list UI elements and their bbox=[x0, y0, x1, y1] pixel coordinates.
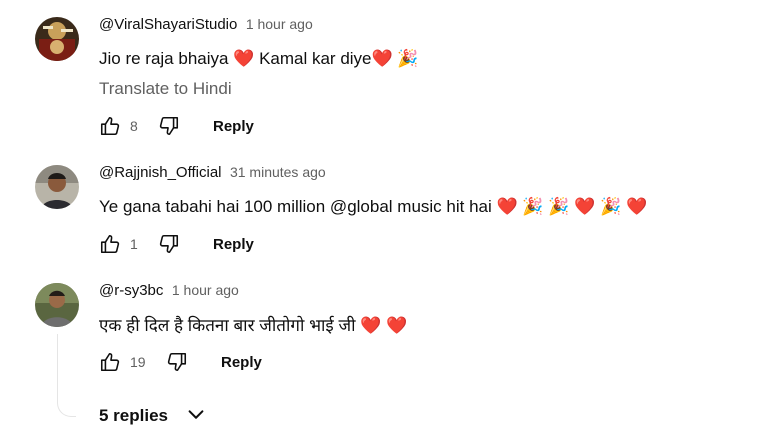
like-button[interactable] bbox=[99, 233, 121, 255]
translate-link[interactable]: Translate to Hindi bbox=[99, 79, 232, 99]
comment-timestamp[interactable]: 1 hour ago bbox=[172, 282, 239, 298]
thread-connector-line bbox=[57, 334, 76, 417]
comment-timestamp[interactable]: 31 minutes ago bbox=[230, 164, 326, 180]
chevron-down-icon bbox=[188, 410, 204, 419]
thumbs-up-icon bbox=[100, 352, 120, 372]
like-count: 19 bbox=[130, 354, 146, 370]
avatar[interactable] bbox=[35, 283, 79, 327]
comment: @Rajjnish_Official 31 minutes ago Ye gan… bbox=[0, 164, 761, 264]
reply-button[interactable]: Reply bbox=[221, 354, 262, 371]
reply-button[interactable]: Reply bbox=[213, 236, 254, 253]
comment-header: @Rajjnish_Official 31 minutes ago bbox=[99, 164, 326, 182]
comment-text: एक ही दिल है कितना बार जीतोगो भाई जी ❤️ … bbox=[99, 316, 408, 335]
avatar[interactable] bbox=[35, 165, 79, 209]
thumbs-up-icon bbox=[100, 116, 120, 136]
comment: @ViralShayariStudio 1 hour ago Jio re ra… bbox=[0, 16, 761, 146]
dislike-button[interactable] bbox=[158, 115, 180, 137]
thumbs-down-icon bbox=[159, 116, 179, 136]
comment-actions: 19 Reply bbox=[99, 351, 399, 377]
like-count: 8 bbox=[130, 118, 138, 134]
like-count: 1 bbox=[130, 236, 138, 252]
thumbs-down-icon bbox=[167, 352, 187, 372]
like-button[interactable] bbox=[99, 115, 121, 137]
comment-text: Jio re raja bhaiya ❤️ Kamal kar diye❤️ 🎉 bbox=[99, 49, 419, 68]
like-button[interactable] bbox=[99, 351, 121, 373]
author-name[interactable]: @Rajjnish_Official bbox=[99, 164, 222, 181]
comment-timestamp[interactable]: 1 hour ago bbox=[246, 16, 313, 32]
thumbs-up-icon bbox=[100, 234, 120, 254]
comment-header: @r-sy3bc 1 hour ago bbox=[99, 282, 239, 300]
thumbs-down-icon bbox=[159, 234, 179, 254]
replies-count-label: 5 replies bbox=[99, 406, 168, 425]
comment-actions: 8 Reply bbox=[99, 115, 399, 141]
comment-header: @ViralShayariStudio 1 hour ago bbox=[99, 16, 313, 34]
comment: @r-sy3bc 1 hour ago एक ही दिल है कितना ब… bbox=[0, 282, 761, 382]
dislike-button[interactable] bbox=[166, 351, 188, 373]
avatar[interactable] bbox=[35, 17, 79, 61]
comment-text: Ye gana tabahi hai 100 million @global m… bbox=[99, 197, 648, 216]
reply-button[interactable]: Reply bbox=[213, 118, 254, 135]
show-replies-button[interactable]: 5 replies bbox=[99, 404, 207, 432]
author-name[interactable]: @r-sy3bc bbox=[99, 282, 163, 299]
dislike-button[interactable] bbox=[158, 233, 180, 255]
comment-actions: 1 Reply bbox=[99, 233, 399, 259]
author-name[interactable]: @ViralShayariStudio bbox=[99, 16, 237, 33]
